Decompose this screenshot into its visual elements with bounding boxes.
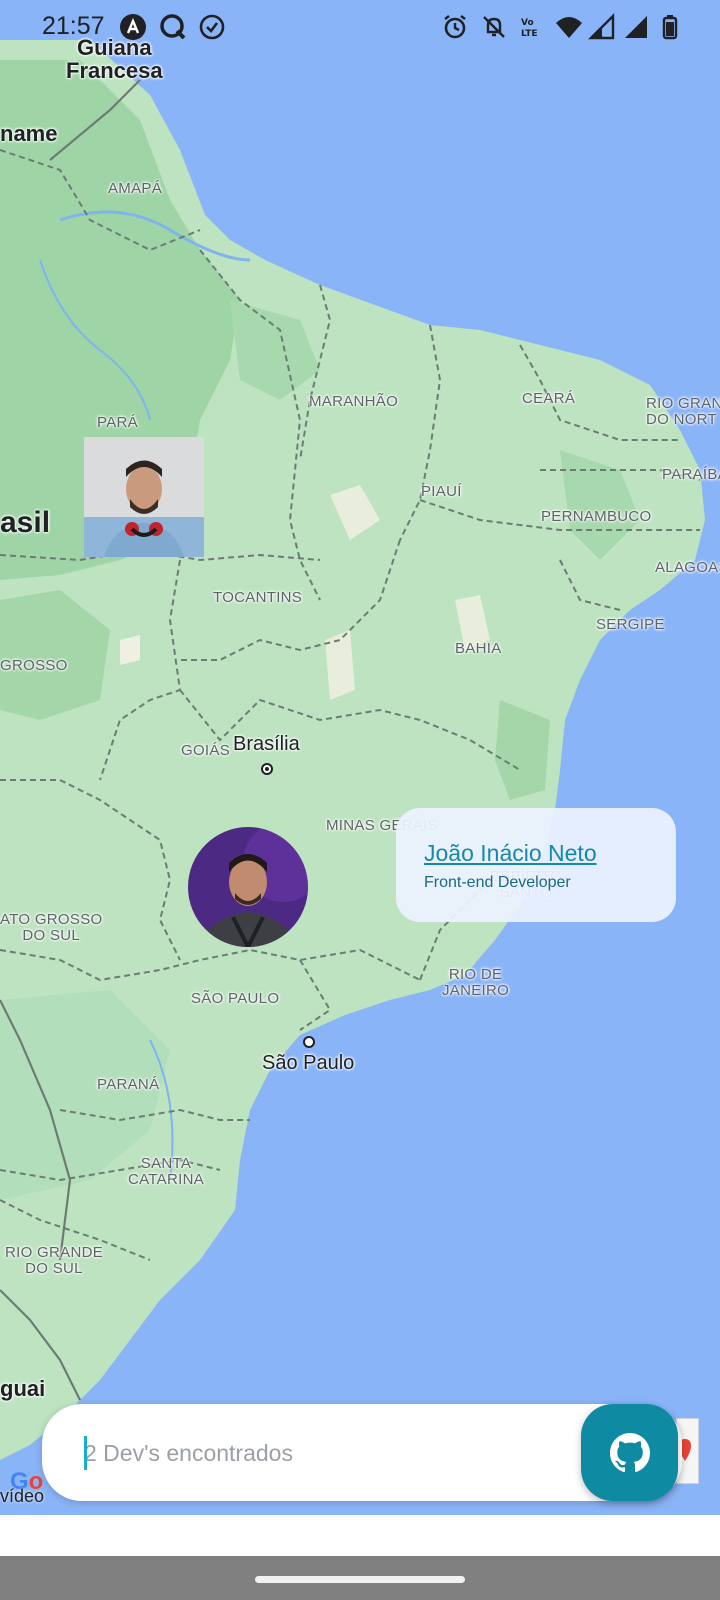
map-label-rio-de-janeiro: RIO DE JANEIRO: [442, 966, 510, 999]
status-time: 21:57: [42, 12, 105, 40]
attribution-text: vídeo: [0, 1486, 45, 1506]
map-label-mato-grosso-sul: ATO GROSSO DO SUL: [0, 911, 103, 944]
map-label-paraiba: PARAÍBA: [662, 466, 720, 483]
map-label-rio-grande-norte: RIO GRANDDO NORT: [646, 395, 720, 428]
map-label-pernambuco: PERNAMBUCO: [541, 508, 652, 525]
map-label-brasilia: Brasília: [233, 733, 300, 755]
dry-area: [325, 630, 355, 700]
github-icon: [609, 1432, 650, 1472]
map-label-sao-paulo-city: São Paulo: [262, 1052, 355, 1074]
battery-icon: [662, 15, 678, 40]
map-view[interactable]: Guiana Francesa name asil guai AMAPÁ PARÁ…: [0, 0, 720, 1515]
github-button[interactable]: [581, 1404, 678, 1501]
app-q-icon: [160, 14, 186, 40]
dev-avatar-1: [84, 437, 204, 557]
map-label-maranhao: MARANHÃO: [309, 393, 399, 410]
map-label-suriname: name: [0, 121, 58, 146]
map-label-brasil: asil: [0, 506, 51, 539]
wifi-icon: [556, 17, 582, 38]
map-label-ceara: CEARÁ: [522, 390, 576, 407]
map-label-uruguai: guai: [0, 1376, 46, 1401]
dev-avatar-2: [188, 827, 308, 947]
alarm-icon: [444, 15, 466, 39]
map-label-parana: PARANÁ: [97, 1076, 160, 1093]
dev-marker-1[interactable]: [84, 437, 204, 557]
volte-icon: Vo LTE: [521, 18, 538, 39]
sao-paulo-dot: [303, 1036, 315, 1048]
app-a-icon: [120, 14, 146, 40]
dry-area: [120, 635, 140, 665]
notifications-off-icon: [483, 16, 505, 38]
map-label-sao-paulo-state: SÃO PAULO: [191, 990, 280, 1007]
dev-name-link[interactable]: João Inácio Neto: [424, 840, 648, 867]
map-base: [0, 40, 705, 1460]
map-label-bahia: BAHIA: [455, 640, 502, 657]
map-label-para: PARÁ: [97, 414, 138, 431]
svg-text:Vo: Vo: [521, 18, 534, 28]
map-label-alagoas: ALAGOAS: [655, 559, 720, 576]
dev-marker-2[interactable]: [188, 827, 308, 947]
map-label-amapa: AMAPÁ: [108, 180, 163, 197]
map-label-rio-grande-sul: RIO GRANDE DO SUL: [5, 1244, 104, 1277]
signal-icon-2: [625, 16, 647, 38]
svg-text:LTE: LTE: [521, 29, 538, 39]
map-label-sergipe: SERGIPE: [596, 616, 665, 633]
signal-icon: [588, 13, 615, 40]
search-input[interactable]: [82, 1432, 586, 1474]
map-label-santa-catarina: SANTA CATARINA: [128, 1155, 205, 1188]
brasilia-dot: [261, 763, 273, 775]
map-label-mato-grosso: GROSSO: [0, 657, 68, 674]
dev-callout[interactable]: João Inácio Neto Front-end Developer: [396, 808, 676, 922]
dev-role: Front-end Developer: [424, 874, 571, 891]
map-label-piaui: PIAUÍ: [421, 483, 462, 500]
status-bar: 21:57 Vo LTE: [0, 0, 720, 54]
app-check-icon: [199, 14, 225, 40]
map-label-tocantins: TOCANTINS: [213, 589, 303, 606]
map-label-goias: GOIÁS: [181, 742, 231, 759]
home-gesture-handle[interactable]: [255, 1576, 465, 1583]
text-cursor: [84, 1436, 87, 1470]
